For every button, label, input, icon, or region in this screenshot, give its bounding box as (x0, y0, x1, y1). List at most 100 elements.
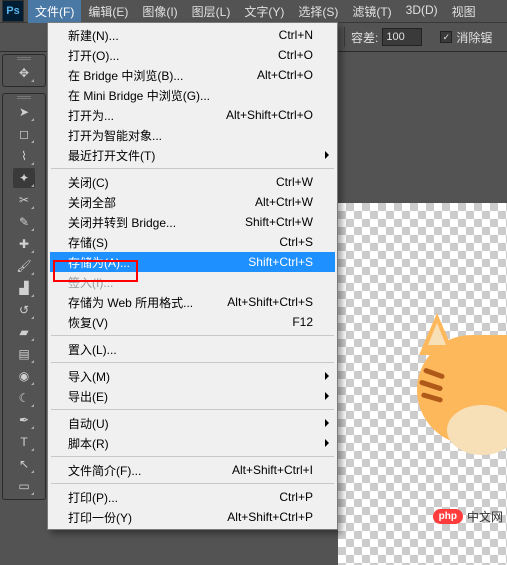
menu-entry-label: 签入(I)... (68, 274, 313, 291)
menu-entry[interactable]: 置入(L)... (50, 339, 335, 359)
brush-tool-icon[interactable]: 🖌 (13, 256, 35, 276)
menu-entry[interactable]: 最近打开文件(T) (50, 145, 335, 165)
antialias-checkbox[interactable]: ✓ (440, 31, 452, 43)
eraser-tool-icon[interactable]: ▰ (13, 322, 35, 342)
healing-tool-icon[interactable]: ✚ (13, 234, 35, 254)
gradient-tool-icon[interactable]: ▤ (13, 344, 35, 364)
menu-shortcut: Alt+Ctrl+W (255, 195, 313, 209)
menu-entry-label: 导入(M) (68, 368, 313, 385)
tolerance-input[interactable] (382, 28, 422, 46)
menu-entry[interactable]: 文件简介(F)...Alt+Shift+Ctrl+I (50, 460, 335, 480)
menubar: Ps 文件(F)编辑(E)图像(I)图层(L)文字(Y)选择(S)滤镜(T)3D… (0, 0, 507, 22)
menu-shortcut: Alt+Ctrl+O (257, 68, 313, 82)
type-tool-icon[interactable]: T (13, 432, 35, 452)
move-tool-icon[interactable]: ✥ (13, 63, 35, 83)
menu-entry-label: 打开(O)... (68, 47, 278, 64)
menu-entry[interactable]: 在 Bridge 中浏览(B)...Alt+Ctrl+O (50, 65, 335, 85)
menu-entry[interactable]: 关闭并转到 Bridge...Shift+Ctrl+W (50, 212, 335, 232)
submenu-arrow-icon (325, 151, 329, 159)
menu-entry-label: 在 Bridge 中浏览(B)... (68, 67, 257, 84)
submenu-arrow-icon (325, 392, 329, 400)
menu-entry-label: 关闭并转到 Bridge... (68, 214, 245, 231)
menu-item[interactable]: 图层(L) (185, 0, 238, 23)
panel-grip[interactable] (14, 57, 34, 60)
submenu-corner-icon (31, 492, 34, 495)
menu-entry: 签入(I)... (50, 272, 335, 292)
marquee-tool-icon[interactable]: ◻ (13, 124, 35, 144)
menu-entry[interactable]: 打开为智能对象... (50, 125, 335, 145)
submenu-corner-icon (31, 426, 34, 429)
menu-item[interactable]: 视图 (445, 0, 483, 23)
menu-entry[interactable]: 新建(N)...Ctrl+N (50, 25, 335, 45)
menu-shortcut: Alt+Shift+Ctrl+O (226, 108, 313, 122)
submenu-corner-icon (31, 184, 34, 187)
stamp-tool-icon[interactable]: ▟ (13, 278, 35, 298)
watermark: php 中文网 (433, 508, 503, 525)
menu-entry[interactable]: 存储为 Web 所用格式...Alt+Shift+Ctrl+S (50, 292, 335, 312)
menu-entry[interactable]: 导入(M) (50, 366, 335, 386)
tools-panel: ✥ ➤◻⌇✦✂✎✚🖌▟↺▰▤◉☾✒T↖▭ (2, 54, 46, 500)
menu-entry-label: 在 Mini Bridge 中浏览(G)... (68, 87, 313, 104)
menu-entry[interactable]: 关闭全部Alt+Ctrl+W (50, 192, 335, 212)
submenu-corner-icon (31, 250, 34, 253)
menu-item[interactable]: 图像(I) (135, 0, 184, 23)
menu-entry-label: 关闭(C) (68, 174, 276, 191)
menu-shortcut: Ctrl+O (278, 48, 313, 62)
menu-separator (51, 335, 334, 336)
menu-entry[interactable]: 导出(E) (50, 386, 335, 406)
menu-item[interactable]: 3D(D) (399, 0, 445, 23)
menu-shortcut: Alt+Shift+Ctrl+I (232, 463, 313, 477)
menu-entry[interactable]: 打开(O)...Ctrl+O (50, 45, 335, 65)
menu-entry-label: 恢复(V) (68, 314, 292, 331)
menu-shortcut: Alt+Shift+Ctrl+S (227, 295, 313, 309)
menu-entry-label: 新建(N)... (68, 27, 279, 44)
move-tool-icon[interactable]: ➤ (13, 102, 35, 122)
menu-entry-label: 文件简介(F)... (68, 462, 232, 479)
menu-entry[interactable]: 自动(U) (50, 413, 335, 433)
menu-entry[interactable]: 在 Mini Bridge 中浏览(G)... (50, 85, 335, 105)
submenu-corner-icon (31, 338, 34, 341)
menu-shortcut: Shift+Ctrl+W (245, 215, 313, 229)
menu-entry[interactable]: 打开为...Alt+Shift+Ctrl+O (50, 105, 335, 125)
menu-separator (51, 483, 334, 484)
menu-entry[interactable]: 关闭(C)Ctrl+W (50, 172, 335, 192)
divider (344, 27, 345, 47)
menu-item[interactable]: 编辑(E) (81, 0, 135, 23)
menu-item[interactable]: 选择(S) (291, 0, 345, 23)
blur-tool-icon[interactable]: ◉ (13, 366, 35, 386)
tool-group: ➤◻⌇✦✂✎✚🖌▟↺▰▤◉☾✒T↖▭ (2, 93, 46, 500)
file-menu-dropdown: 新建(N)...Ctrl+N打开(O)...Ctrl+O在 Bridge 中浏览… (47, 22, 338, 530)
submenu-corner-icon (31, 118, 34, 121)
panel-grip[interactable] (14, 96, 34, 99)
submenu-arrow-icon (325, 372, 329, 380)
menu-entry[interactable]: 打印(P)...Ctrl+P (50, 487, 335, 507)
menu-entry[interactable]: 存储为(A)...Shift+Ctrl+S (50, 252, 335, 272)
menu-entry[interactable]: 打印一份(Y)Alt+Shift+Ctrl+P (50, 507, 335, 527)
menu-entry[interactable]: 脚本(R) (50, 433, 335, 453)
path-select-tool-icon[interactable]: ↖ (13, 454, 35, 474)
menu-shortcut: Ctrl+P (279, 490, 313, 504)
menu-item[interactable]: 滤镜(T) (345, 0, 398, 23)
menu-shortcut: Ctrl+N (279, 28, 313, 42)
menu-item[interactable]: 文件(F) (28, 0, 81, 23)
tolerance-label: 容差: (351, 29, 378, 46)
menu-entry[interactable]: 存储(S)Ctrl+S (50, 232, 335, 252)
artwork-cat (397, 315, 507, 495)
canvas[interactable]: php 中文网 (338, 203, 507, 565)
rectangle-tool-icon[interactable]: ▭ (13, 476, 35, 496)
menu-entry[interactable]: 恢复(V)F12 (50, 312, 335, 332)
crop-tool-icon[interactable]: ✂ (13, 190, 35, 210)
menu-entry-label: 自动(U) (68, 415, 313, 432)
eyedropper-tool-icon[interactable]: ✎ (13, 212, 35, 232)
menu-item[interactable]: 文字(Y) (237, 0, 291, 23)
watermark-badge: php (433, 509, 463, 524)
dodge-tool-icon[interactable]: ☾ (13, 388, 35, 408)
tool-group: ✥ (2, 54, 46, 87)
quick-select-tool-icon[interactable]: ✦ (13, 168, 35, 188)
pen-tool-icon[interactable]: ✒ (13, 410, 35, 430)
history-brush-tool-icon[interactable]: ↺ (13, 300, 35, 320)
submenu-corner-icon (31, 294, 34, 297)
menu-shortcut: F12 (292, 315, 313, 329)
menu-entry-label: 存储为(A)... (68, 254, 248, 271)
lasso-tool-icon[interactable]: ⌇ (13, 146, 35, 166)
